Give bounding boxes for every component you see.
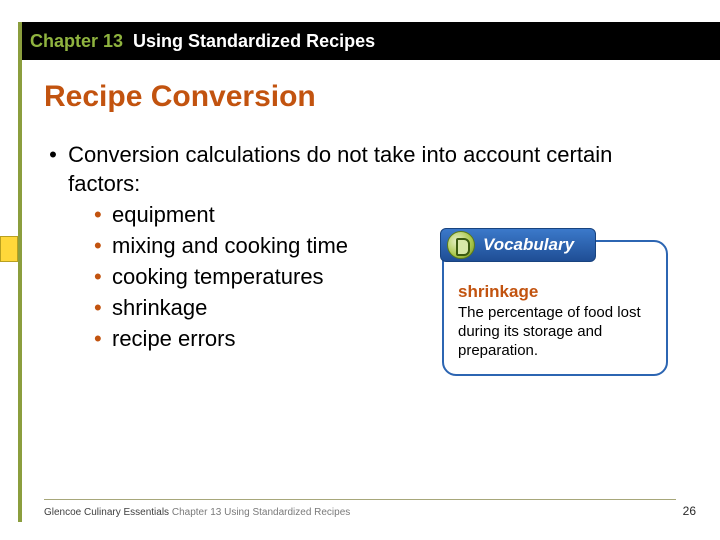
footer-publisher: Glencoe Culinary Essentials xyxy=(44,507,169,518)
list-item-label: mixing and cooking time xyxy=(112,233,348,258)
footer-context: Chapter 13 Using Standardized Recipes xyxy=(172,507,350,518)
bullet-dot-icon: • xyxy=(94,293,112,322)
vocabulary-callout: Vocabulary shrinkage The percentage of f… xyxy=(442,240,668,376)
vocabulary-tab: Vocabulary xyxy=(440,228,596,262)
page-number: 26 xyxy=(683,504,696,518)
vocabulary-definition: The percentage of food lost during its s… xyxy=(458,304,654,360)
footer-divider xyxy=(44,499,676,500)
bullet-dot-icon: • xyxy=(44,140,62,169)
left-vertical-rule xyxy=(18,22,22,522)
list-item: •equipment xyxy=(94,200,684,229)
chapter-header-bar: Chapter 13 Using Standardized Recipes xyxy=(22,22,720,60)
chapter-label: Chapter 13 xyxy=(30,31,123,52)
book-icon xyxy=(447,231,475,259)
list-item-label: cooking temperatures xyxy=(112,264,324,289)
lead-text: Conversion calculations do not take into… xyxy=(68,140,668,198)
chapter-title: Using Standardized Recipes xyxy=(133,31,375,52)
bullet-dot-icon: • xyxy=(94,262,112,291)
bullet-dot-icon: • xyxy=(94,231,112,260)
footer-text: Glencoe Culinary Essentials Chapter 13 U… xyxy=(44,507,350,518)
list-item-label: shrinkage xyxy=(112,295,207,320)
vocabulary-term: shrinkage xyxy=(458,282,654,302)
slide-title: Recipe Conversion xyxy=(44,80,316,114)
list-item-label: equipment xyxy=(112,202,215,227)
bullet-dot-icon: • xyxy=(94,324,112,353)
list-item-label: recipe errors xyxy=(112,326,235,351)
bullet-dot-icon: • xyxy=(94,200,112,229)
section-side-tab xyxy=(0,236,18,262)
slide-left-margin xyxy=(0,0,18,540)
vocabulary-tab-label: Vocabulary xyxy=(483,235,574,255)
